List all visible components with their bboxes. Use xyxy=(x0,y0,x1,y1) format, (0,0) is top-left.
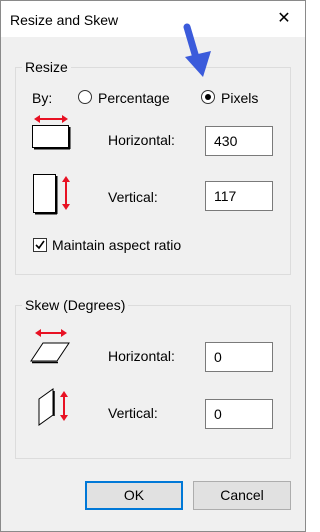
pixels-label[interactable]: Pixels xyxy=(221,90,258,106)
skew-vertical-label: Vertical: xyxy=(108,405,158,421)
skew-horizontal-input[interactable]: 0 xyxy=(205,342,273,372)
by-label: By: xyxy=(32,90,53,106)
skew-horizontal-icon xyxy=(30,329,70,364)
close-icon[interactable]: ✕ xyxy=(271,7,297,31)
resize-vertical-icon xyxy=(33,174,70,215)
resize-horizontal-input[interactable]: 430 xyxy=(205,126,273,156)
cancel-button[interactable]: Cancel xyxy=(193,481,291,510)
resize-vertical-input[interactable]: 117 xyxy=(205,181,273,211)
pixels-radio[interactable] xyxy=(201,90,215,104)
window-title: Resize and Skew xyxy=(10,12,119,28)
skew-legend: Skew (Degrees) xyxy=(25,297,126,313)
title-bar: Resize and Skew ✕ xyxy=(1,1,305,37)
resize-legend: Resize xyxy=(25,59,68,75)
percentage-label[interactable]: Percentage xyxy=(98,90,170,106)
resize-skew-dialog: Resize and Skew ✕ Resize By: Percentage … xyxy=(0,0,306,532)
resize-vertical-label: Vertical: xyxy=(108,189,158,205)
blue-down-arrow-icon xyxy=(183,23,211,77)
ok-button[interactable]: OK xyxy=(85,481,183,510)
percentage-radio[interactable] xyxy=(78,90,92,104)
skew-vertical-icon xyxy=(38,388,68,426)
skew-group: Skew (Degrees) xyxy=(15,297,291,459)
skew-horizontal-label: Horizontal: xyxy=(108,348,175,364)
checkmark-icon xyxy=(35,240,45,250)
resize-horizontal-icon xyxy=(32,115,71,150)
aspect-ratio-label[interactable]: Maintain aspect ratio xyxy=(52,237,181,253)
aspect-ratio-checkbox[interactable] xyxy=(33,238,47,252)
resize-horizontal-label: Horizontal: xyxy=(108,132,175,148)
skew-vertical-input[interactable]: 0 xyxy=(205,399,273,429)
